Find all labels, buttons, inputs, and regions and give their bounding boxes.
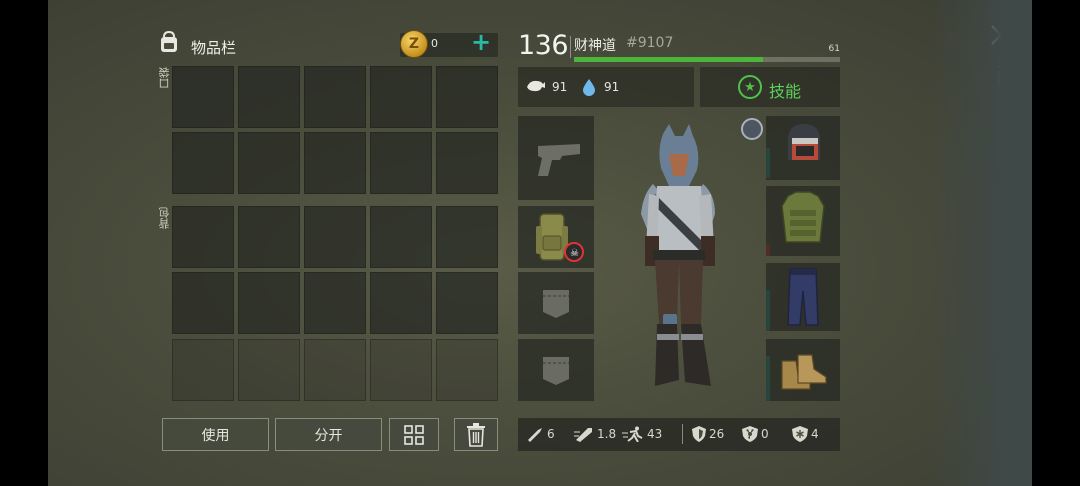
cold-protection-value: 4 (811, 427, 819, 441)
pistol-icon (538, 144, 580, 176)
radiation-protection-stat: 0 (742, 426, 769, 442)
shield-icon (692, 426, 706, 442)
backpack-slot[interactable] (436, 206, 498, 268)
wolf-emblem-icon (741, 118, 763, 140)
pocket-slot[interactable] (436, 66, 498, 128)
close-icon[interactable] (986, 20, 1016, 50)
player-level: 136 (518, 30, 569, 61)
backpack-icon: ☠ (536, 213, 584, 262)
cold-protection-stat: 4 (792, 426, 819, 442)
melee-damage-value: 6 (547, 427, 555, 441)
hunger-value: 91 (552, 80, 568, 94)
player-id: #9107 (626, 35, 674, 51)
pocket-placeholder-icon (543, 357, 569, 385)
armor-value: 26 (709, 427, 725, 441)
pocket-slot[interactable] (172, 132, 234, 194)
armor-stat: 26 (692, 426, 724, 442)
helmet-icon (788, 124, 820, 160)
attack-speed-value: 1.8 (597, 427, 617, 441)
add-coins-button[interactable]: + (469, 30, 493, 56)
trash-button[interactable] (454, 418, 498, 451)
pocket-equip-slot[interactable] (518, 272, 594, 334)
backpack-grid (172, 206, 498, 334)
body-slot[interactable] (766, 186, 840, 256)
backpack-slot[interactable] (304, 272, 366, 334)
name-divider (570, 36, 571, 58)
stats-divider (682, 424, 683, 444)
xp-value: 61 (828, 44, 840, 54)
pants-icon (787, 268, 819, 326)
svg-text:☠: ☠ (570, 248, 579, 259)
backpack-label: 背包 (158, 207, 171, 229)
attack-speed-icon (574, 428, 592, 442)
player-name: 财神道 (574, 38, 616, 54)
backpack-slot[interactable] (172, 206, 234, 268)
backpack-slot[interactable] (370, 206, 432, 268)
character-avatar (641, 124, 715, 386)
locked-slot (304, 339, 366, 401)
use-button[interactable]: 使用 (162, 418, 269, 451)
pocket-slot[interactable] (172, 66, 234, 128)
radiation-shield-icon (742, 426, 758, 442)
snowflake-shield-icon (792, 426, 808, 442)
hunger-icon (526, 78, 546, 98)
attack-speed-stat: 1.8 (574, 426, 616, 442)
thirst-value: 91 (604, 80, 620, 94)
pocket-slot[interactable] (370, 132, 432, 194)
grid-sort-icon (404, 424, 424, 445)
pocket-placeholder-icon (543, 290, 569, 318)
inventory-screen: 物品栏 Z 0 + 口袋 背包 使用 分开 136 财神道 #9107 61 9… (48, 0, 1032, 486)
trash-icon (467, 422, 485, 447)
backpack-header-icon (161, 30, 177, 52)
locked-slot (238, 339, 300, 401)
star-icon: ★ (738, 75, 762, 99)
pocket-slot[interactable] (304, 66, 366, 128)
sort-button[interactable] (389, 418, 439, 451)
coin-icon: Z (400, 30, 428, 58)
backpack-slot[interactable] (172, 272, 234, 334)
backpack-slot[interactable] (370, 272, 432, 334)
locked-slot (370, 339, 432, 401)
melee-damage-stat: 6 (526, 426, 555, 442)
move-speed-value: 43 (647, 427, 663, 441)
radiation-protection-value: 0 (761, 427, 769, 441)
backpack-slot[interactable] (238, 206, 300, 268)
pocket-equip-slot[interactable] (518, 339, 594, 401)
running-icon (622, 426, 643, 442)
pocket-slot[interactable] (370, 66, 432, 128)
knife-icon (528, 428, 542, 442)
body-armor-icon (781, 191, 825, 243)
pocket-label: 口袋 (158, 67, 171, 89)
helmet-slot[interactable] (766, 116, 840, 180)
locked-slot (436, 339, 498, 401)
pocket-slot[interactable] (238, 132, 300, 194)
split-button[interactable]: 分开 (275, 418, 382, 451)
boots-icon (781, 354, 827, 390)
close-label[interactable]: 关闭 (992, 60, 1011, 86)
backpack-slot[interactable] (238, 272, 300, 334)
coin-count: 0 (431, 37, 438, 50)
backpack-slot[interactable] (304, 206, 366, 268)
move-speed-stat: 43 (622, 426, 662, 442)
weapon-slot[interactable] (518, 116, 594, 200)
pocket-grid (172, 66, 498, 194)
locked-slot (172, 339, 234, 401)
feet-slot[interactable] (766, 339, 840, 401)
backpack-slot[interactable] (436, 272, 498, 334)
pocket-slot[interactable] (436, 132, 498, 194)
inventory-title: 物品栏 (191, 39, 237, 57)
backpack-slot-equipped[interactable]: ☠ (518, 206, 594, 268)
xp-bar-fill (574, 57, 763, 62)
legs-slot[interactable] (766, 263, 840, 331)
thirst-icon (582, 78, 596, 100)
skills-label: 技能 (769, 82, 802, 101)
pocket-slot[interactable] (238, 66, 300, 128)
locked-slot-row (172, 339, 498, 401)
pocket-slot[interactable] (304, 132, 366, 194)
